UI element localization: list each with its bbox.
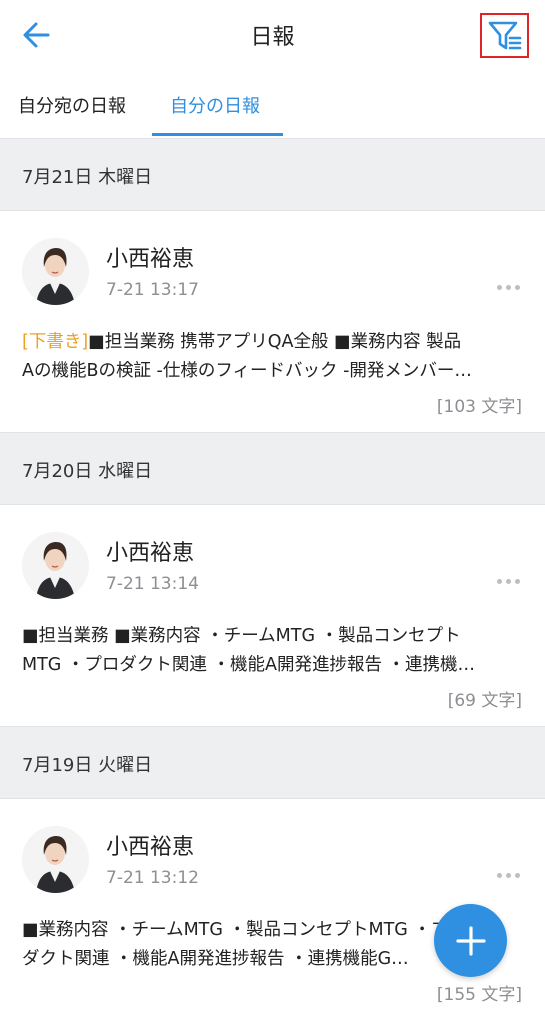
date-section-header: 7月20日 水曜日 <box>0 432 545 505</box>
filter-button[interactable] <box>480 13 529 58</box>
author-name: 小西裕恵 <box>106 541 195 566</box>
report-card[interactable]: 小西裕恵 7-21 13:14 ■担当業務 ■業務内容 ・チームMTG ・製品コ… <box>0 505 545 726</box>
plus-icon <box>455 925 486 956</box>
avatar <box>22 532 89 599</box>
more-options-button[interactable] <box>494 275 524 299</box>
report-timestamp: 7-21 13:17 <box>106 280 199 300</box>
avatar <box>22 826 89 893</box>
more-options-button[interactable] <box>494 569 524 593</box>
more-options-button[interactable] <box>494 863 524 887</box>
draft-tag: [下書き] <box>22 332 89 352</box>
page-title: 日報 <box>250 25 295 50</box>
report-preview: ■担当業務 ■業務内容 ・チームMTG ・製品コンセプト MTG ・プロダクト関… <box>22 626 476 675</box>
more-dots-icon <box>497 873 502 878</box>
new-report-button[interactable] <box>434 904 507 977</box>
more-dots-icon <box>497 285 502 290</box>
report-card[interactable]: 小西裕恵 7-21 13:17 [下書き]■担当業務 携帯アプリQA全般 ■業務… <box>0 211 545 432</box>
character-count: [155 文字] <box>436 985 522 1005</box>
filter-list-icon <box>488 21 521 49</box>
report-list[interactable]: 7月21日 木曜日 小西裕恵 7-21 13:17 [下書き]■担当業務 携帯ア… <box>0 138 545 1020</box>
report-timestamp: 7-21 13:14 <box>106 574 199 594</box>
tab-bar: 自分宛の日報 自分の日報 <box>0 70 545 138</box>
author-name: 小西裕恵 <box>106 247 195 272</box>
tab-reports-to-me[interactable]: 自分宛の日報 <box>18 92 126 118</box>
author-name: 小西裕恵 <box>106 835 195 860</box>
report-timestamp: 7-21 13:12 <box>106 868 199 888</box>
tab-my-reports[interactable]: 自分の日報 <box>170 92 260 118</box>
character-count: [103 文字] <box>436 397 522 417</box>
avatar <box>22 238 89 305</box>
date-section-header: 7月19日 火曜日 <box>0 726 545 799</box>
date-section-header: 7月21日 木曜日 <box>0 138 545 211</box>
app-header: 日報 <box>0 0 545 70</box>
report-preview: [下書き]■担当業務 携帯アプリQA全般 ■業務内容 製品 Aの機能Bの検証 -… <box>22 332 472 381</box>
more-dots-icon <box>497 579 502 584</box>
character-count: [69 文字] <box>447 691 522 711</box>
active-tab-indicator <box>152 133 283 136</box>
